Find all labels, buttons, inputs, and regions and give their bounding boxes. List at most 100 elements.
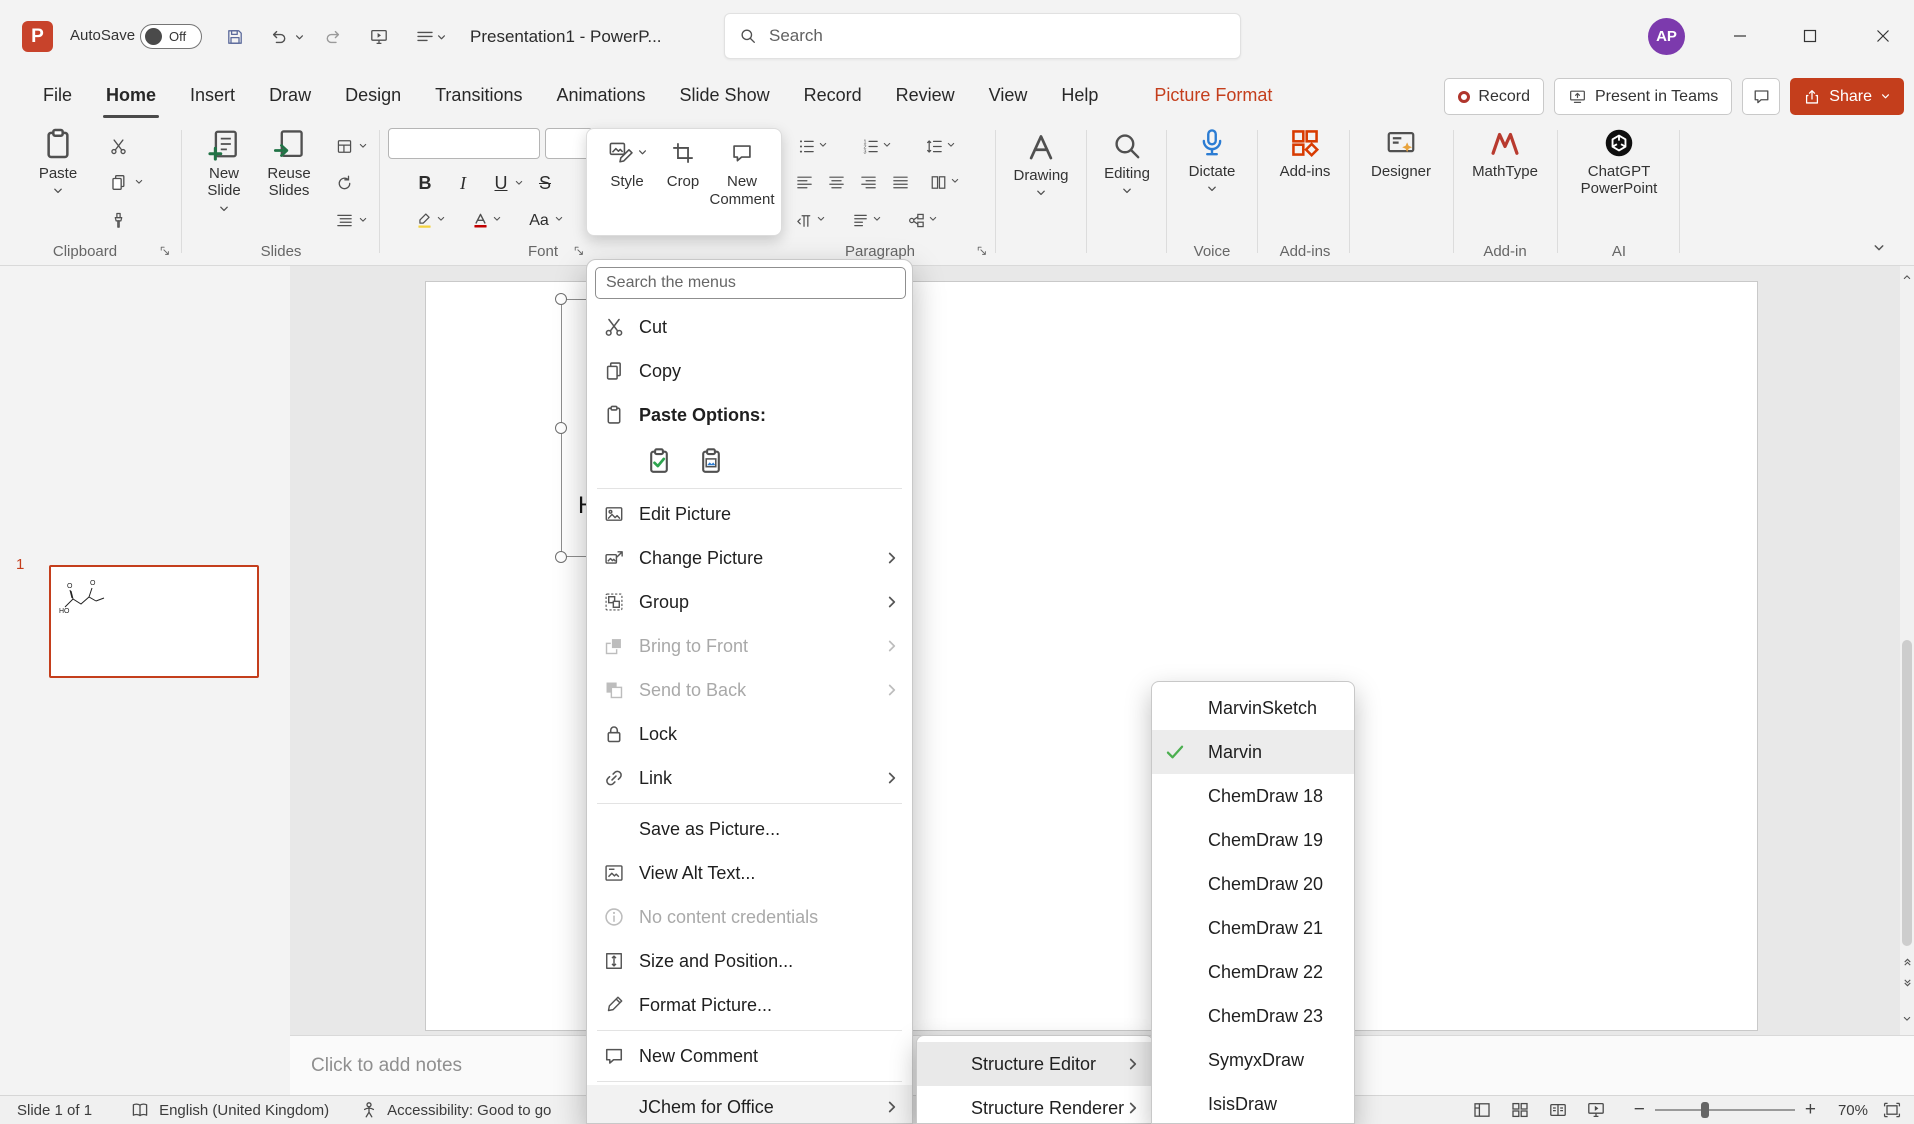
dictate-button[interactable]: Dictate — [1172, 126, 1252, 195]
slide-layout-button[interactable] — [330, 132, 358, 160]
flyout-item-chemdraw-20[interactable]: ChemDraw 20 — [1152, 862, 1354, 906]
zoom-in-button[interactable]: + — [1805, 1099, 1816, 1121]
italic-button[interactable]: I — [448, 168, 478, 198]
paste-keep-formatting-button[interactable] — [639, 441, 679, 481]
previous-slide-button[interactable] — [1900, 952, 1914, 970]
align-left-button[interactable] — [790, 168, 818, 196]
flyout-item-symyxdraw[interactable]: SymyxDraw — [1152, 1038, 1354, 1082]
menu-search-input[interactable] — [595, 267, 906, 299]
text-highlight-button[interactable] — [410, 206, 438, 234]
change-case-button[interactable]: Aa — [524, 206, 554, 236]
bullets-dropdown[interactable] — [818, 140, 828, 150]
selection-handle-middle-left[interactable] — [555, 422, 567, 434]
text-direction-button[interactable] — [790, 206, 818, 234]
menu-item-size-and-position[interactable]: Size and Position... — [587, 939, 912, 983]
flyout-item-chemdraw-23[interactable]: ChemDraw 23 — [1152, 994, 1354, 1038]
text-highlight-dropdown[interactable] — [436, 214, 446, 224]
tab-design[interactable]: Design — [328, 73, 418, 118]
align-right-button[interactable] — [854, 168, 882, 196]
justify-button[interactable] — [886, 168, 914, 196]
reading-view-button[interactable] — [1548, 1100, 1568, 1120]
tab-home[interactable]: Home — [89, 73, 173, 118]
line-spacing-dropdown[interactable] — [946, 140, 956, 150]
menu-item-group[interactable]: Group — [587, 580, 912, 624]
slide-editor-area[interactable]: O O HO — [290, 266, 1900, 1035]
add-ins-button[interactable]: Add-ins — [1263, 126, 1347, 180]
menu-item-link[interactable]: Link — [587, 756, 912, 800]
search-bar[interactable] — [724, 13, 1241, 59]
present-in-teams-button[interactable]: Present in Teams — [1554, 78, 1732, 115]
copy-dropdown[interactable] — [132, 173, 146, 191]
fit-slide-to-window-button[interactable] — [1882, 1100, 1902, 1120]
clipboard-dialog-launcher-icon[interactable] — [158, 244, 172, 258]
menu-item-edit-picture[interactable]: Edit Picture — [587, 492, 912, 536]
selection-handle-bottom-left[interactable] — [555, 551, 567, 563]
tab-draw[interactable]: Draw — [252, 73, 328, 118]
reuse-slides-button[interactable]: Reuse Slides — [258, 126, 320, 200]
section-button[interactable] — [330, 206, 358, 234]
flyout-item-chemdraw-18[interactable]: ChemDraw 18 — [1152, 774, 1354, 818]
zoom-level[interactable]: 70% — [1830, 1102, 1868, 1119]
search-input[interactable] — [769, 26, 1169, 46]
autosave-toggle[interactable]: Off — [140, 24, 202, 49]
undo-button[interactable] — [266, 24, 292, 50]
columns-dropdown[interactable] — [950, 176, 960, 186]
section-dropdown[interactable] — [356, 211, 370, 229]
tab-slide-show[interactable]: Slide Show — [663, 73, 787, 118]
normal-view-button[interactable] — [1472, 1100, 1492, 1120]
tab-review[interactable]: Review — [879, 73, 972, 118]
avatar[interactable]: AP — [1648, 18, 1685, 55]
strikethrough-button[interactable]: S — [530, 168, 560, 198]
share-button[interactable]: Share — [1790, 78, 1904, 115]
customize-quick-access-dropdown[interactable] — [434, 24, 448, 50]
font-dialog-launcher-icon[interactable] — [572, 244, 586, 258]
slide-sorter-view-button[interactable] — [1510, 1100, 1530, 1120]
editing-menu-button[interactable]: Editing — [1090, 130, 1164, 197]
tab-insert[interactable]: Insert — [173, 73, 252, 118]
vertical-scrollbar[interactable] — [1900, 266, 1914, 1035]
submenu-item-structure-renderer[interactable]: Structure Renderer — [917, 1086, 1153, 1124]
slide-show-button[interactable] — [1586, 1100, 1606, 1120]
tab-file[interactable]: File — [26, 73, 89, 118]
save-button[interactable] — [222, 24, 248, 50]
numbering-dropdown[interactable] — [882, 140, 892, 150]
flyout-item-chemdraw-19[interactable]: ChemDraw 19 — [1152, 818, 1354, 862]
redo-button[interactable] — [320, 24, 346, 50]
new-comment-mini-button[interactable]: New Comment — [709, 139, 775, 209]
underline-button[interactable]: U — [486, 168, 516, 198]
cut-button[interactable] — [104, 132, 132, 160]
change-case-dropdown[interactable] — [554, 214, 564, 224]
align-center-button[interactable] — [822, 168, 850, 196]
undo-dropdown[interactable] — [292, 24, 306, 50]
flyout-item-chemdraw-22[interactable]: ChemDraw 22 — [1152, 950, 1354, 994]
collapse-ribbon-button[interactable] — [1872, 241, 1886, 255]
menu-item-lock[interactable]: Lock — [587, 712, 912, 756]
flyout-item-marvin[interactable]: Marvin — [1152, 730, 1354, 774]
menu-item-change-picture[interactable]: Change Picture — [587, 536, 912, 580]
font-color-dropdown[interactable] — [492, 214, 502, 224]
flyout-item-chemdraw-21[interactable]: ChemDraw 21 — [1152, 906, 1354, 950]
mathtype-button[interactable]: MathType — [1459, 126, 1551, 180]
close-button[interactable] — [1859, 12, 1907, 60]
tab-animations[interactable]: Animations — [539, 73, 662, 118]
paste-as-picture-button[interactable] — [691, 441, 731, 481]
font-color-button[interactable] — [466, 206, 494, 234]
crop-button[interactable]: Crop — [661, 139, 705, 191]
align-text-button[interactable] — [846, 206, 874, 234]
paste-button[interactable]: Paste — [28, 126, 88, 197]
convert-to-smartart-dropdown[interactable] — [928, 214, 938, 224]
format-painter-button[interactable] — [104, 206, 132, 234]
minimize-button[interactable] — [1716, 12, 1764, 60]
record-button[interactable]: Record — [1444, 78, 1544, 115]
selection-handle-top-left[interactable] — [555, 293, 567, 305]
zoom-slider[interactable] — [1655, 1109, 1795, 1111]
columns-button[interactable] — [924, 168, 952, 196]
menu-item-view-alt-text[interactable]: View Alt Text... — [587, 851, 912, 895]
tab-help[interactable]: Help — [1044, 73, 1115, 118]
flyout-item-isisdraw[interactable]: IsisDraw — [1152, 1082, 1354, 1124]
menu-item-save-as-picture[interactable]: Save as Picture... — [587, 807, 912, 851]
font-name-combo[interactable] — [388, 128, 540, 159]
paragraph-dialog-launcher-icon[interactable] — [975, 244, 989, 258]
zoom-out-button[interactable]: − — [1634, 1099, 1645, 1121]
line-spacing-button[interactable] — [920, 132, 948, 160]
